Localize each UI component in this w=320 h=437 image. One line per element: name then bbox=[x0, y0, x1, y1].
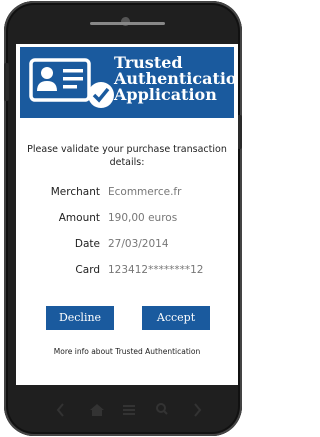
validation-prompt: Please validate your purchase transactio… bbox=[27, 144, 227, 168]
home-icon[interactable] bbox=[90, 403, 104, 417]
detail-row-amount: Amount 190,00 euros bbox=[16, 208, 238, 234]
detail-value: 27/03/2014 bbox=[108, 238, 169, 250]
phone-frame: Trusted Authentication Application Pleas… bbox=[4, 1, 242, 436]
detail-label: Card bbox=[75, 264, 100, 276]
app-title-line: Application bbox=[114, 85, 217, 104]
app-header: Trusted Authentication Application bbox=[20, 47, 238, 118]
volume-button bbox=[4, 63, 9, 101]
detail-label: Merchant bbox=[50, 186, 100, 198]
detail-row-date: Date 27/03/2014 bbox=[16, 234, 238, 260]
search-icon[interactable] bbox=[156, 403, 168, 415]
detail-row-merchant: Merchant Ecommerce.fr bbox=[16, 182, 238, 208]
app-screen: Trusted Authentication Application Pleas… bbox=[16, 44, 238, 385]
detail-value: Ecommerce.fr bbox=[108, 186, 182, 198]
id-card-check-icon bbox=[29, 58, 114, 108]
forward-icon[interactable] bbox=[194, 403, 202, 417]
detail-label: Amount bbox=[58, 212, 100, 224]
transaction-details: Merchant Ecommerce.fr Amount 190,00 euro… bbox=[16, 182, 238, 286]
detail-label: Date bbox=[74, 238, 100, 250]
accept-button[interactable]: Accept bbox=[142, 306, 210, 330]
menu-icon[interactable] bbox=[122, 403, 136, 417]
decline-button[interactable]: Decline bbox=[46, 306, 114, 330]
back-icon[interactable] bbox=[56, 403, 64, 417]
detail-row-card: Card 123412********12 bbox=[16, 260, 238, 286]
detail-value: 190,00 euros bbox=[108, 212, 178, 224]
more-info-link[interactable]: More info about Trusted Authentication bbox=[16, 347, 238, 356]
app-title: Trusted Authentication Application bbox=[114, 55, 238, 104]
detail-value: 123412********12 bbox=[108, 264, 204, 276]
phone-nav-bar bbox=[16, 393, 238, 431]
speaker-grille bbox=[90, 22, 165, 25]
